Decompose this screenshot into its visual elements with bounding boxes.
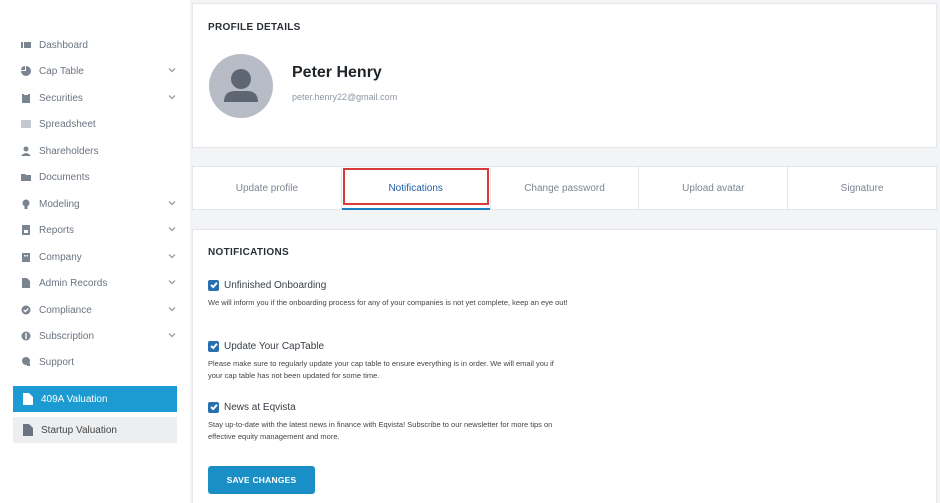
tab-signature[interactable]: Signature [788, 167, 936, 209]
sidebar-item-securities[interactable]: Securities [20, 89, 180, 107]
sidebar-item-label: Securities [39, 92, 83, 104]
profile-section-title: PROFILE DETAILS [208, 22, 301, 33]
sidebar-item-subscription[interactable]: Subscription [20, 327, 180, 345]
check-icon [209, 282, 218, 289]
onboarding-checkbox[interactable] [208, 279, 219, 291]
notification-item-onboarding: Unfinished Onboarding We will inform you… [208, 278, 588, 309]
sidebar-item-label: Company [39, 251, 82, 263]
chevron-down-icon[interactable] [168, 305, 176, 313]
notifications-section-title: NOTIFICATIONS [208, 247, 289, 258]
sidebar-item-spreadsheet[interactable]: Spreadsheet [20, 115, 180, 133]
chevron-down-icon[interactable] [168, 278, 176, 286]
tab-change-password[interactable]: Change password [491, 167, 640, 209]
table-icon [20, 118, 32, 130]
folder-icon [20, 171, 32, 183]
sidebar-item-support[interactable]: Support [20, 353, 180, 371]
save-changes-button[interactable]: SAVE CHANGES [208, 466, 315, 494]
avatar [209, 54, 273, 118]
sidebar-item-label: Cap Table [39, 65, 84, 77]
sidebar-item-dashboard[interactable]: Dashboard [20, 36, 180, 54]
captable-description: Please make sure to regularly update you… [208, 359, 554, 380]
tab-notifications[interactable]: Notifications [341, 167, 491, 210]
lightbulb-icon [20, 198, 32, 210]
sidebar-item-label: Subscription [39, 330, 95, 342]
user-email: peter.henry22@gmail.com [292, 92, 398, 102]
notification-item-captable: Update Your CapTable Please make sure to… [208, 339, 588, 382]
news-checkbox-label[interactable]: News at Eqvista [224, 402, 296, 413]
chevron-down-icon[interactable] [168, 66, 176, 74]
profile-tabs: Update profile Notifications Change pass… [192, 166, 937, 210]
sidebar-item-label: Dashboard [39, 39, 88, 51]
chevron-down-icon[interactable] [168, 199, 176, 207]
onboarding-checkbox-label[interactable]: Unfinished Onboarding [224, 280, 326, 291]
avatar-person-icon [224, 69, 258, 102]
check-icon [209, 343, 218, 350]
dollar-icon [20, 330, 32, 342]
tab-upload-avatar[interactable]: Upload avatar [639, 167, 789, 209]
sidebar-item-label: Admin Records [39, 277, 108, 289]
chevron-down-icon[interactable] [168, 225, 176, 233]
dashboard-icon [20, 39, 32, 51]
captable-checkbox[interactable] [208, 340, 219, 352]
check-circle-icon [20, 304, 32, 316]
sidebar-item-label: Reports [39, 224, 75, 236]
chevron-down-icon[interactable] [168, 331, 176, 339]
report-icon [20, 224, 32, 236]
news-description: Stay up-to-date with the latest news in … [208, 420, 553, 441]
sidebar-item-label: Support [39, 356, 75, 368]
sidebar-item-admin-records[interactable]: Admin Records [20, 274, 180, 292]
sidebar-item-documents[interactable]: Documents [20, 168, 180, 186]
sidebar-item-label: Spreadsheet [39, 118, 96, 130]
captable-checkbox-label[interactable]: Update Your CapTable [224, 341, 324, 352]
sidebar-item-label: Documents [39, 171, 90, 183]
news-checkbox[interactable] [208, 401, 219, 413]
sidebar-item-label: Compliance [39, 304, 92, 316]
tab-update-profile[interactable]: Update profile [193, 167, 342, 209]
tab-highlight-box [342, 168, 489, 205]
sidebar-item-compliance[interactable]: Compliance [20, 301, 180, 319]
notification-item-news: News at Eqvista Stay up-to-date with the… [208, 400, 588, 443]
profile-card: PROFILE DETAILS Peter Henry peter.henry2… [192, 3, 937, 148]
clipboard-icon [20, 92, 32, 104]
valuation-409a-label: 409A Valuation [41, 393, 108, 405]
sidebar-item-shareholders[interactable]: Shareholders [20, 142, 180, 160]
user-icon [20, 145, 32, 157]
notifications-card: NOTIFICATIONS Unfinished Onboarding We w… [192, 229, 937, 503]
sidebar-item-reports[interactable]: Reports [20, 221, 180, 239]
file-icon [20, 277, 32, 289]
sidebar-item-label: Shareholders [39, 145, 99, 157]
onboarding-description: We will inform you if the onboarding pro… [208, 298, 568, 307]
sidebar-item-cap-table[interactable]: Cap Table [20, 62, 180, 80]
sidebar-item-company[interactable]: Company [20, 248, 180, 266]
startup-valuation-button[interactable]: Startup Valuation [13, 417, 177, 443]
sidebar-item-label: Modeling [39, 198, 80, 210]
sidebar-item-modeling[interactable]: Modeling [20, 195, 180, 213]
document-icon [23, 393, 33, 405]
document-icon [23, 424, 33, 436]
check-icon [209, 404, 218, 411]
pie-chart-icon [20, 65, 32, 77]
sidebar: Dashboard Cap Table Securities Spreadshe… [0, 0, 190, 503]
chevron-down-icon[interactable] [168, 93, 176, 101]
startup-valuation-label: Startup Valuation [41, 424, 117, 436]
user-name: Peter Henry [292, 64, 382, 81]
chevron-down-icon[interactable] [168, 252, 176, 260]
building-icon [20, 251, 32, 263]
support-icon [20, 356, 32, 368]
valuation-409a-button[interactable]: 409A Valuation [13, 386, 177, 412]
